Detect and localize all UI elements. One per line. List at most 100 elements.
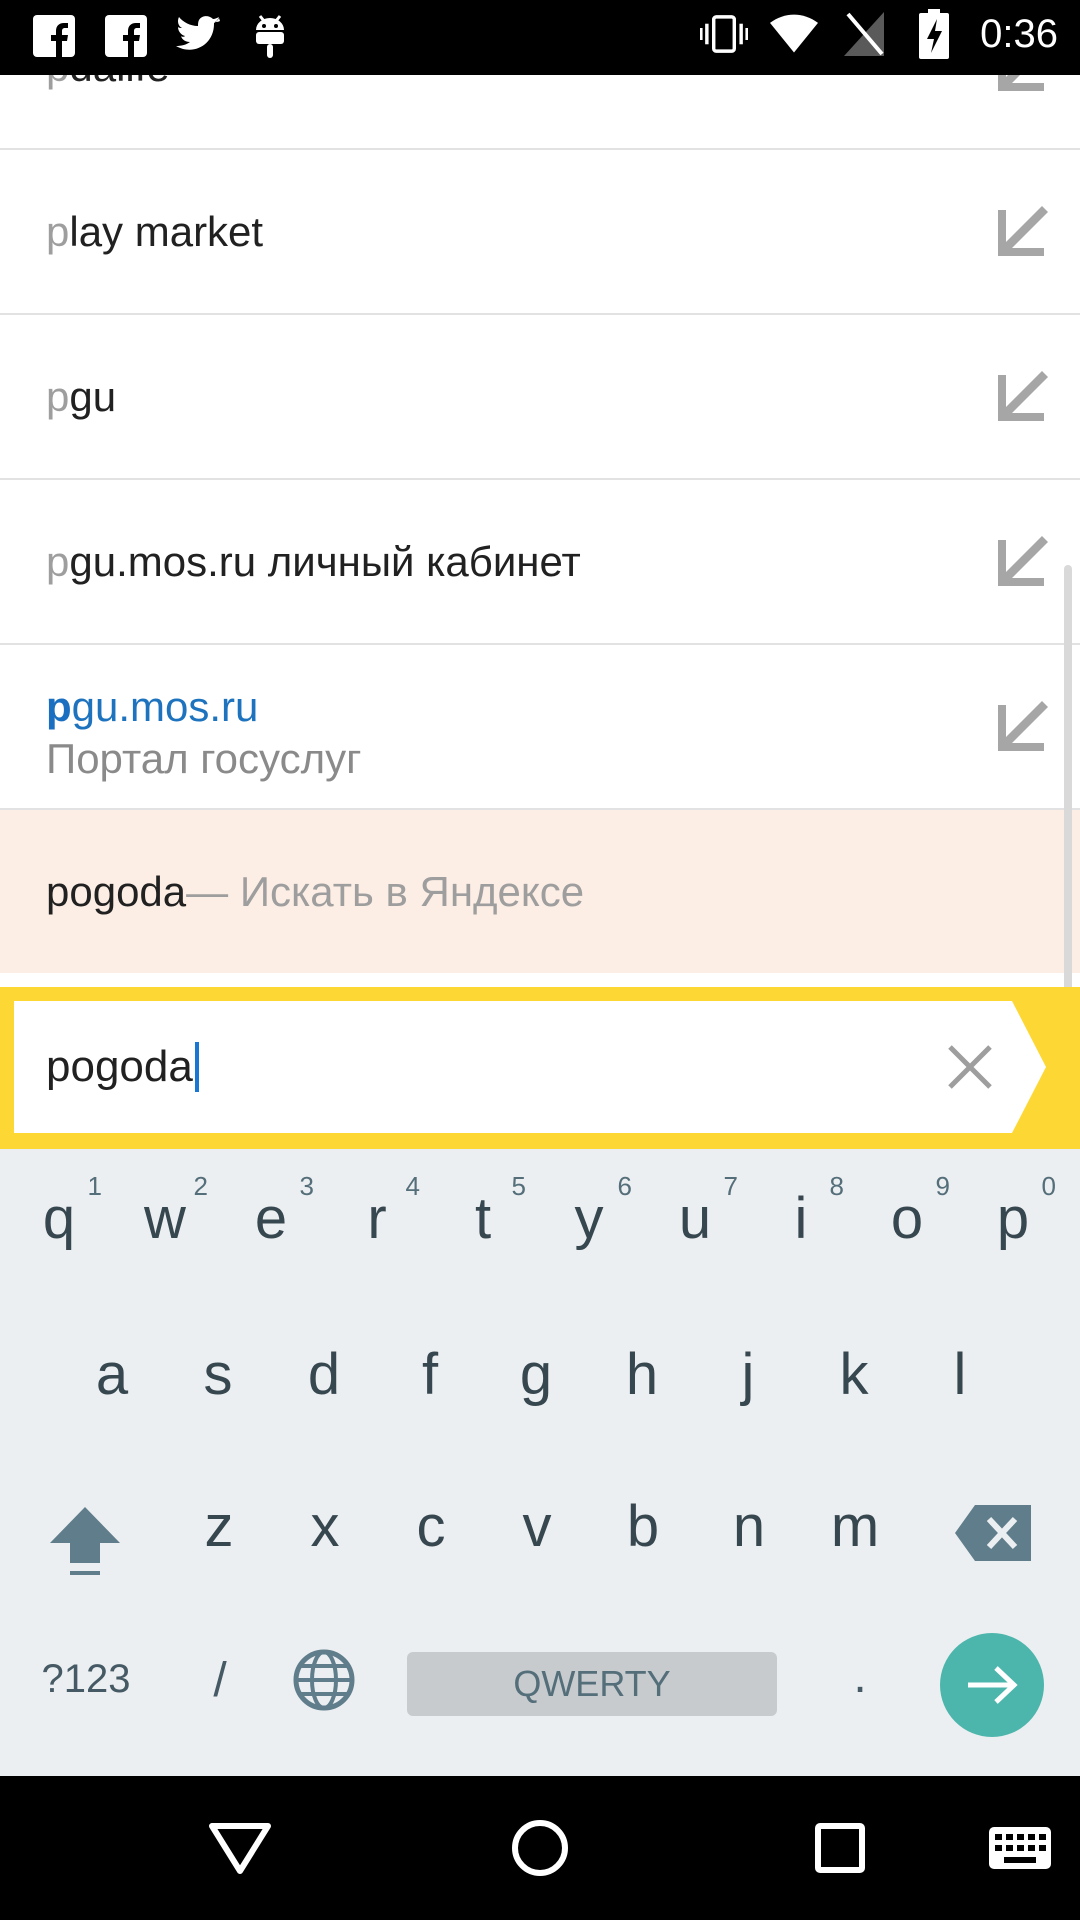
keyboard-switch-button[interactable] bbox=[982, 1812, 1058, 1884]
key-l[interactable]: l bbox=[907, 1327, 1013, 1437]
android-icon bbox=[246, 12, 294, 60]
key-k[interactable]: k bbox=[801, 1327, 907, 1437]
notification-icons bbox=[30, 12, 294, 60]
search-input-text: pogoda bbox=[46, 1042, 193, 1091]
slash-key-label: / bbox=[213, 1654, 227, 1707]
symbols-key[interactable]: ?123 bbox=[28, 1657, 144, 1713]
key-hint-number: 5 bbox=[511, 1171, 526, 1201]
insert-suggestion-arrow-icon[interactable] bbox=[990, 75, 1054, 99]
key-label: k bbox=[839, 1342, 869, 1407]
keyboard-icon bbox=[989, 1827, 1051, 1869]
clear-icon[interactable] bbox=[944, 1041, 996, 1093]
suggestion-completion: lay market bbox=[69, 207, 264, 255]
insert-suggestion-arrow-icon[interactable] bbox=[990, 530, 1054, 594]
key-label: b bbox=[626, 1494, 660, 1559]
navigation-bar bbox=[0, 1776, 1080, 1920]
site-suggestion-text: pgu.mos.ru Портал госуслуг bbox=[46, 681, 361, 785]
suggestion-item[interactable]: p lay market bbox=[0, 150, 1080, 315]
facebook-icon bbox=[102, 12, 150, 60]
key-label: l bbox=[953, 1342, 967, 1407]
language-key[interactable] bbox=[292, 1649, 356, 1713]
key-w[interactable]: 2w bbox=[112, 1171, 218, 1281]
key-label: a bbox=[95, 1342, 129, 1407]
key-hint-number: 6 bbox=[617, 1171, 632, 1201]
key-hint-number: 4 bbox=[405, 1171, 420, 1201]
keyboard: ?123 / QWERTY . 1q2w3e4r5t6y7u8i9o0p a s d f… bbox=[0, 1149, 1080, 1776]
key-t[interactable]: 5t bbox=[430, 1171, 536, 1281]
suggestion-item[interactable]: pdalife bbox=[0, 75, 1080, 150]
key-label: z bbox=[204, 1494, 234, 1559]
key-s[interactable]: s bbox=[165, 1327, 271, 1437]
suggestion-completion: gu bbox=[69, 372, 117, 420]
shift-key[interactable] bbox=[40, 1501, 130, 1581]
key-p[interactable]: 0p bbox=[960, 1171, 1066, 1281]
key-q[interactable]: 1q bbox=[6, 1171, 112, 1281]
key-j[interactable]: j bbox=[695, 1327, 801, 1437]
recents-button[interactable] bbox=[804, 1812, 876, 1884]
suggestion-item[interactable]: p gu.mos.ru личный кабинет bbox=[0, 480, 1080, 645]
key-label: x bbox=[310, 1494, 340, 1559]
key-d[interactable]: d bbox=[271, 1327, 377, 1437]
key-c[interactable]: c bbox=[378, 1479, 484, 1589]
home-circle-icon bbox=[512, 1820, 568, 1876]
back-triangle-icon bbox=[209, 1823, 271, 1874]
backspace-icon bbox=[955, 1505, 1031, 1561]
period-key-label: . bbox=[853, 1650, 867, 1703]
backspace-key[interactable] bbox=[955, 1505, 1031, 1565]
slash-key[interactable]: / bbox=[196, 1653, 244, 1713]
key-z[interactable]: z bbox=[166, 1479, 272, 1589]
key-label: h bbox=[625, 1342, 659, 1407]
key-b[interactable]: b bbox=[590, 1479, 696, 1589]
key-n[interactable]: n bbox=[696, 1479, 802, 1589]
insert-suggestion-arrow-icon[interactable] bbox=[990, 200, 1054, 264]
twitter-icon bbox=[174, 12, 222, 60]
key-h[interactable]: h bbox=[589, 1327, 695, 1437]
insert-suggestion-arrow-icon[interactable] bbox=[990, 695, 1054, 759]
key-r[interactable]: 4r bbox=[324, 1171, 430, 1281]
key-hint-number: 7 bbox=[723, 1171, 738, 1201]
search-bar: pogoda bbox=[0, 987, 1080, 1149]
suggestion-item[interactable]: p gu bbox=[0, 315, 1080, 480]
site-suggestion-subtitle: Портал госуслуг bbox=[46, 735, 362, 782]
key-e[interactable]: 3e bbox=[218, 1171, 324, 1281]
key-a[interactable]: a bbox=[59, 1327, 165, 1437]
enter-key[interactable] bbox=[940, 1633, 1044, 1737]
scrollbar[interactable] bbox=[1064, 565, 1072, 987]
search-input[interactable]: pogoda bbox=[46, 1001, 866, 1133]
suggestions-list[interactable]: pdalife play market pgu pgu.mos.ru личны… bbox=[0, 75, 1080, 987]
period-key[interactable]: . bbox=[842, 1649, 878, 1713]
home-button[interactable] bbox=[504, 1812, 576, 1884]
key-y[interactable]: 6y bbox=[536, 1171, 642, 1281]
key-o[interactable]: 9o bbox=[854, 1171, 960, 1281]
search-submit-tab[interactable] bbox=[1012, 1001, 1046, 1133]
key-hint-number: 1 bbox=[87, 1171, 102, 1201]
key-u[interactable]: 7u bbox=[642, 1171, 748, 1281]
no-sim-icon bbox=[840, 10, 888, 58]
recents-square-icon bbox=[815, 1823, 865, 1873]
back-button[interactable] bbox=[204, 1812, 276, 1884]
wifi-icon bbox=[770, 10, 819, 58]
key-m[interactable]: m bbox=[802, 1479, 908, 1589]
search-in-yandex-item[interactable]: pogoda — Искать в Яндексе bbox=[0, 810, 1080, 973]
key-hint-number: 8 bbox=[829, 1171, 844, 1201]
site-suggestion-item[interactable]: pgu.mos.ru Портал госуслуг bbox=[0, 645, 1080, 810]
key-x[interactable]: x bbox=[272, 1479, 378, 1589]
arrow-right-icon bbox=[968, 1666, 1018, 1704]
key-f[interactable]: f bbox=[377, 1327, 483, 1437]
text-cursor bbox=[194, 1042, 199, 1092]
space-key[interactable]: QWERTY bbox=[407, 1652, 777, 1716]
insert-suggestion-arrow-icon[interactable] bbox=[990, 365, 1054, 429]
key-hint-number: 3 bbox=[299, 1171, 314, 1201]
key-label: f bbox=[421, 1342, 439, 1407]
symbols-key-label: ?123 bbox=[41, 1657, 131, 1701]
key-label: m bbox=[830, 1494, 880, 1559]
key-v[interactable]: v bbox=[484, 1479, 590, 1589]
key-label: d bbox=[307, 1342, 341, 1407]
system-icons: 0:36 bbox=[700, 9, 1058, 59]
key-g[interactable]: g bbox=[483, 1327, 589, 1437]
key-hint-number: 0 bbox=[1041, 1171, 1056, 1201]
suggestion-text: p gu bbox=[46, 315, 116, 478]
key-hint-number: 9 bbox=[935, 1171, 950, 1201]
key-i[interactable]: 8i bbox=[748, 1171, 854, 1281]
search-query-text: pogoda bbox=[46, 867, 187, 915]
